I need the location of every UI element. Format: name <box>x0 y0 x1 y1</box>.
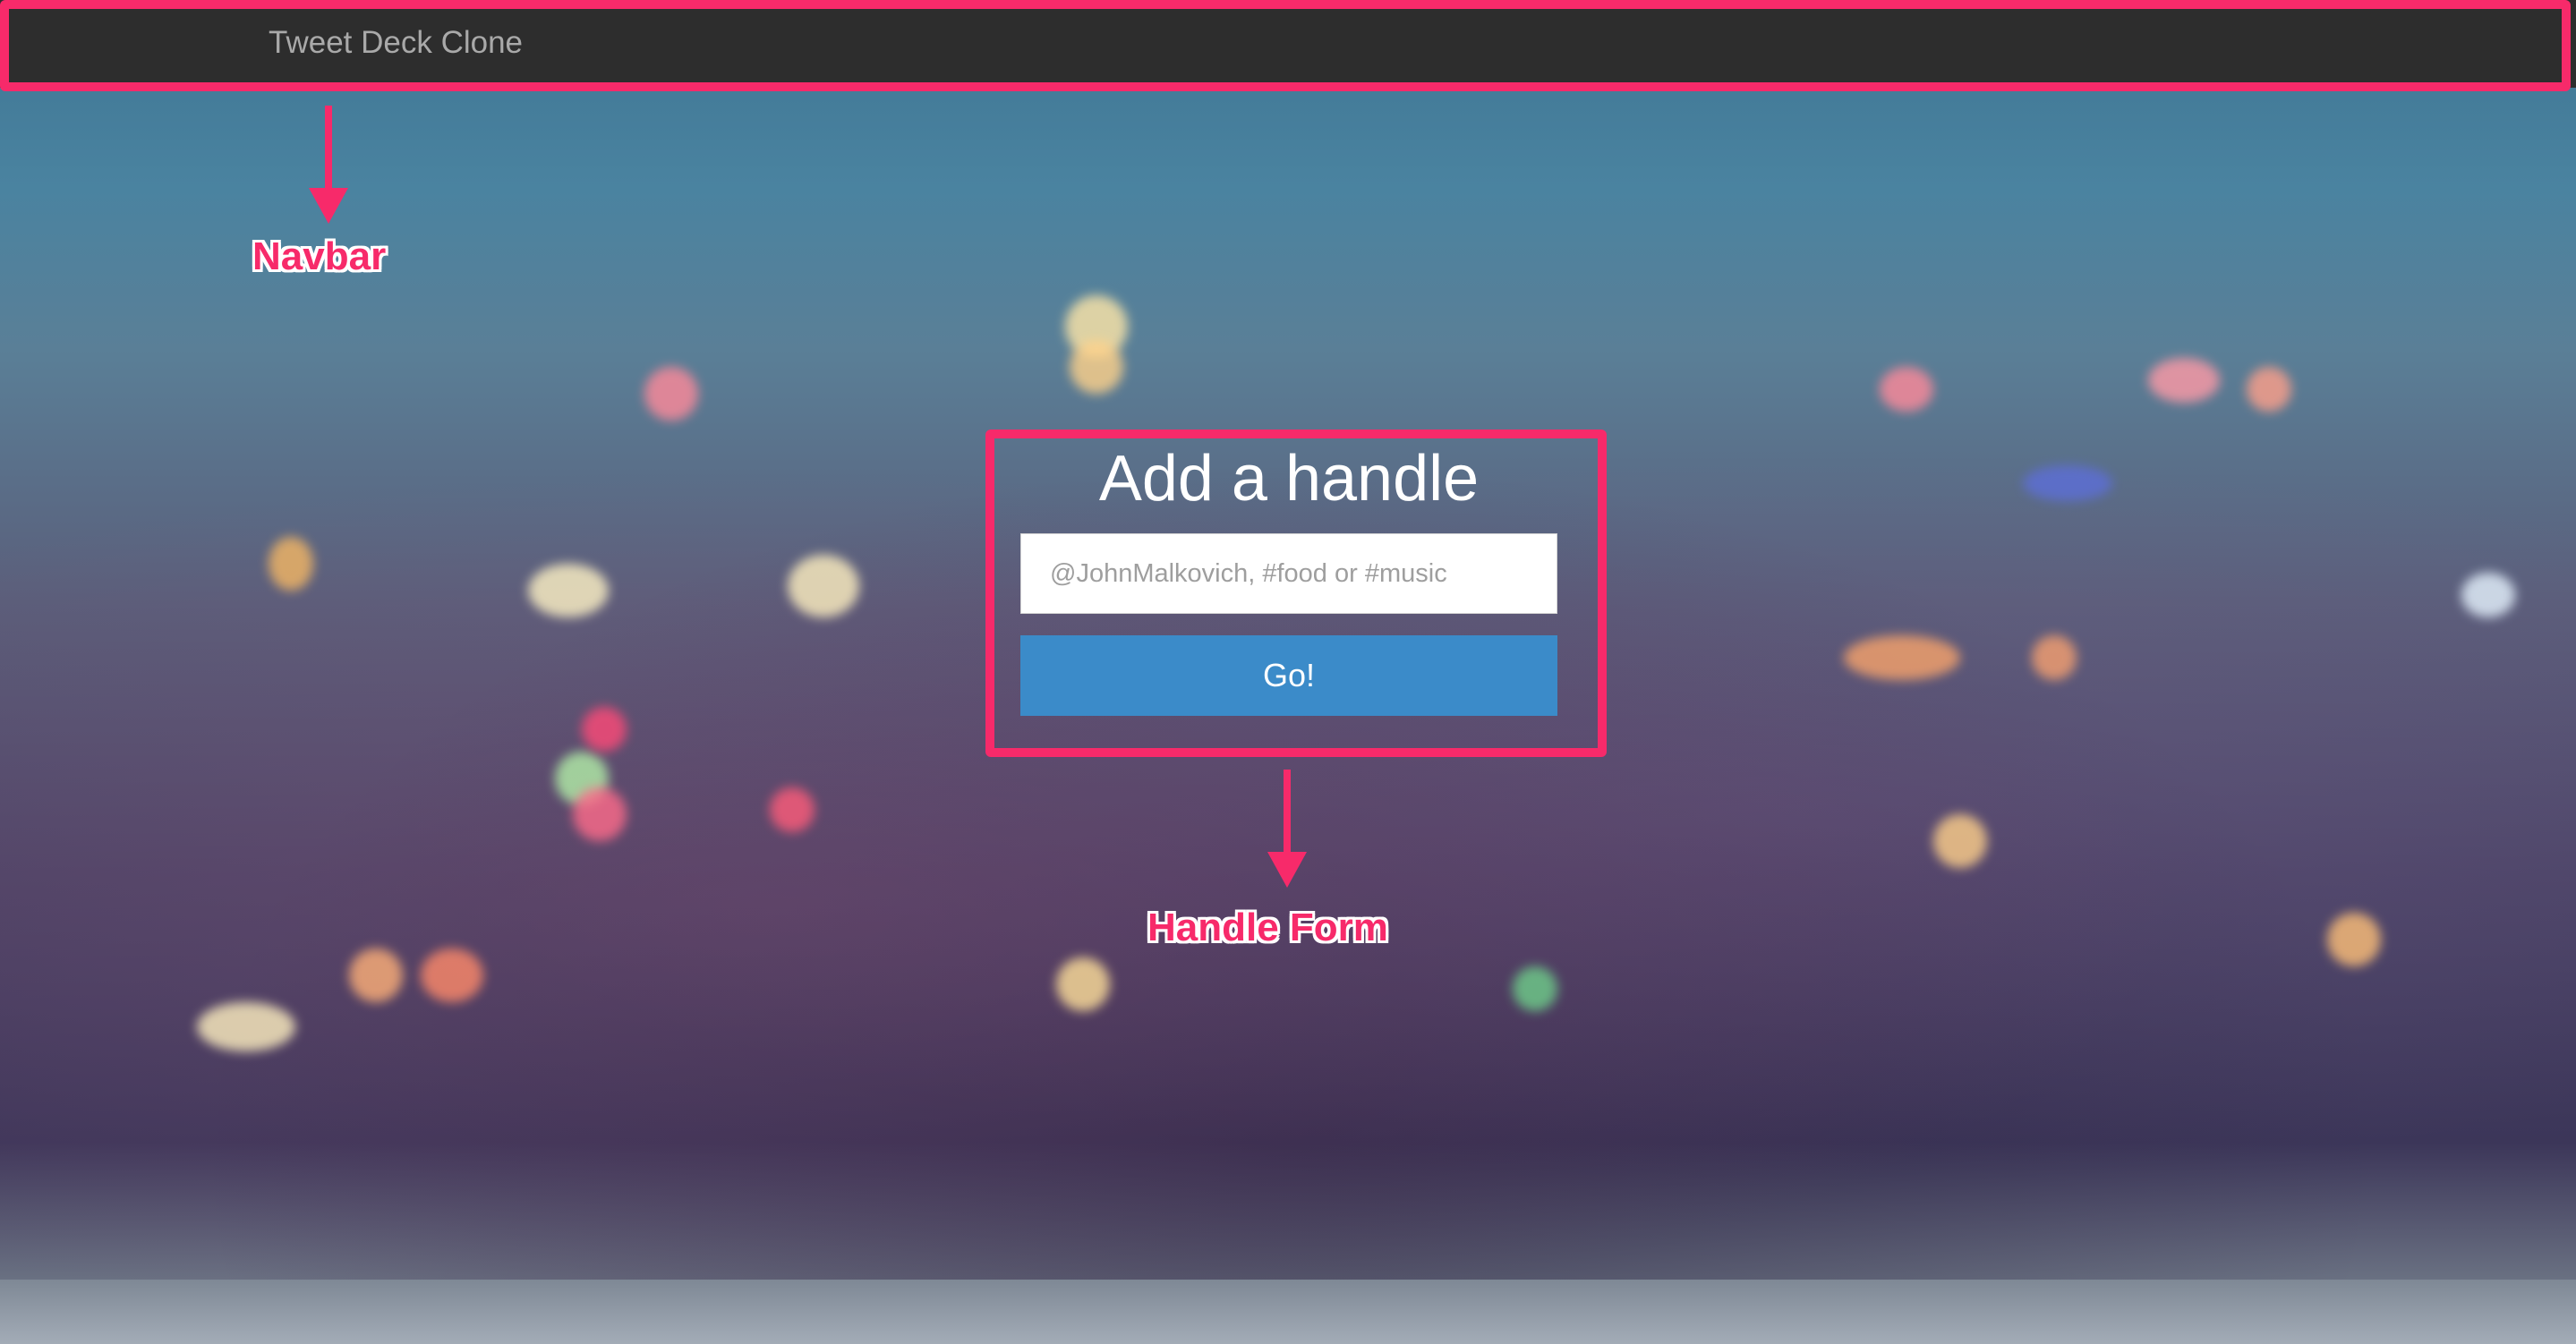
handle-form-annotation-box <box>985 430 1607 757</box>
bokeh-light <box>2247 367 2291 412</box>
bokeh-light <box>770 787 815 832</box>
bokeh-light <box>269 537 313 591</box>
bokeh-light <box>1880 367 1933 412</box>
arrow-down-icon <box>1267 770 1307 888</box>
bokeh-light <box>2461 573 2515 617</box>
bokeh-light <box>349 948 403 1002</box>
bokeh-light <box>2023 465 2112 501</box>
bokeh-light <box>1513 966 1557 1011</box>
bokeh-light <box>2032 635 2077 680</box>
bokeh-light <box>1933 814 1987 868</box>
bokeh-light <box>197 1002 295 1051</box>
handle-form-annotation-label: Handle Form <box>1147 906 1388 949</box>
bokeh-light <box>582 707 627 752</box>
wall-ledge <box>0 1280 2576 1344</box>
bokeh-light <box>1056 957 1110 1011</box>
navbar-annotation-label: Navbar <box>252 234 387 278</box>
bokeh-light <box>1844 635 1960 680</box>
bokeh-light <box>2327 913 2381 966</box>
bokeh-light <box>1070 340 1123 394</box>
bokeh-light <box>2148 358 2220 403</box>
bokeh-light <box>573 787 627 841</box>
navbar-annotation-box <box>0 0 2571 91</box>
bokeh-light <box>788 555 859 617</box>
bokeh-light <box>644 367 698 421</box>
bokeh-light <box>528 564 609 617</box>
arrow-down-icon <box>309 106 348 224</box>
bokeh-light <box>421 948 483 1002</box>
